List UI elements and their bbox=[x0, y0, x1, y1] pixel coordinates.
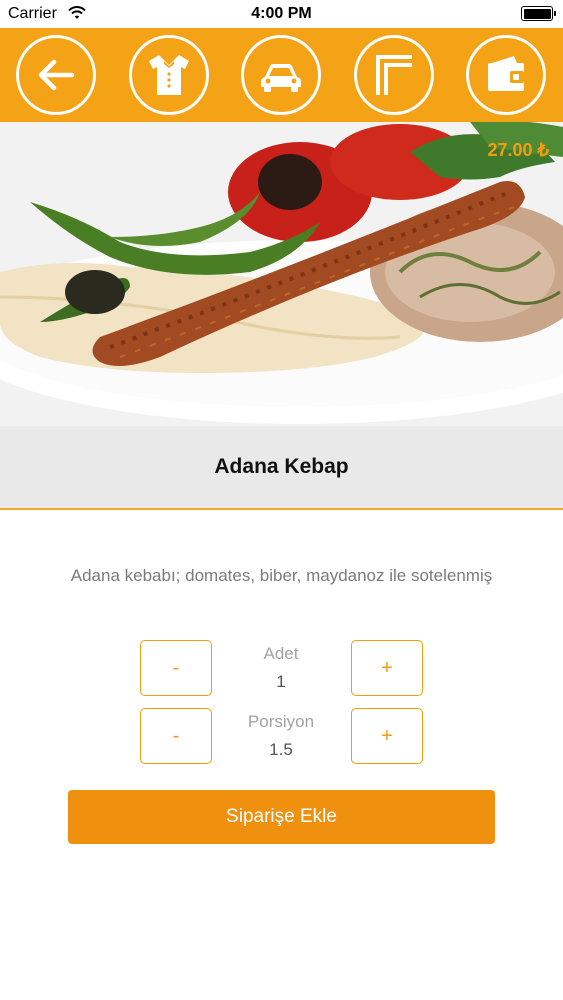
quantity-stepper: - Adet 1 + bbox=[0, 640, 563, 696]
quantity-decrease-button[interactable]: - bbox=[140, 640, 212, 696]
portion-label: Porsiyon bbox=[247, 712, 315, 731]
wallet-icon bbox=[488, 56, 524, 91]
kebab-plate-image bbox=[0, 122, 563, 426]
portion-stepper: - Porsiyon 1.5 + bbox=[0, 708, 563, 764]
add-to-order-button[interactable]: Siparişe Ekle bbox=[68, 790, 495, 844]
portion-decrease-button[interactable]: - bbox=[140, 708, 212, 764]
car-button[interactable] bbox=[241, 35, 321, 115]
waiter-button[interactable] bbox=[129, 35, 209, 115]
quantity-value: 1 bbox=[276, 672, 286, 691]
back-arrow-icon bbox=[38, 59, 75, 91]
portion-value: 1.5 bbox=[269, 740, 293, 759]
product-title-band: Adana Kebap bbox=[0, 426, 563, 510]
product-description: Adana kebabı; domates, biber, maydanoz i… bbox=[70, 566, 493, 585]
waiter-icon bbox=[149, 55, 189, 95]
product-image: 27.00 ₺ bbox=[0, 122, 563, 426]
status-bar: Carrier 4:00 PM bbox=[0, 0, 563, 28]
menu-corner-icon bbox=[376, 55, 412, 95]
clock: 4:00 PM bbox=[251, 5, 312, 22]
product-title: Adana Kebap bbox=[214, 455, 349, 478]
back-button[interactable] bbox=[16, 35, 96, 115]
price-label: 27.00 ₺ bbox=[487, 140, 550, 160]
car-icon bbox=[261, 64, 301, 92]
quantity-label: Adet bbox=[263, 644, 299, 663]
quantity-increase-button[interactable]: + bbox=[351, 640, 423, 696]
portion-increase-button[interactable]: + bbox=[351, 708, 423, 764]
menu-button[interactable] bbox=[354, 35, 434, 115]
toolbar bbox=[0, 28, 563, 122]
wallet-button[interactable] bbox=[466, 35, 546, 115]
battery-icon bbox=[521, 6, 556, 21]
